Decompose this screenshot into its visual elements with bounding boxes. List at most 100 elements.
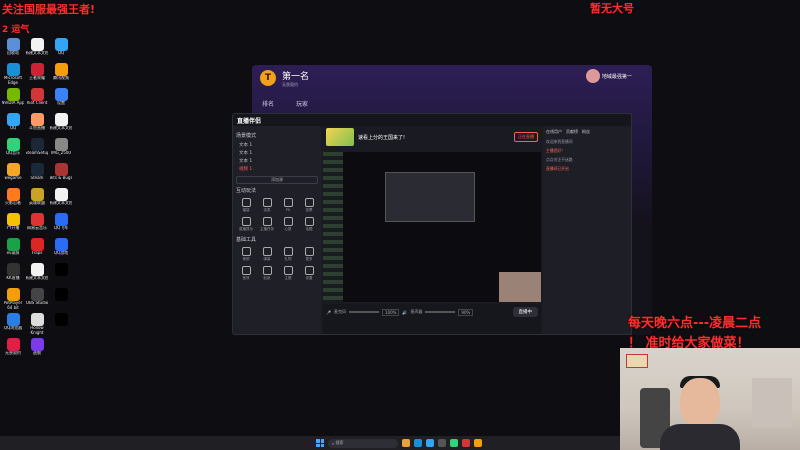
tool-button[interactable]: 美颜 bbox=[236, 245, 256, 263]
desktop-icon[interactable]: 回收站 bbox=[2, 38, 24, 63]
chat-panel: 在线用户 贡献榜 粉丝 欢迎来到直播间 主播您好！ 点点关注不迷路 直播间已开启 bbox=[543, 126, 631, 334]
tool-button[interactable]: 音效 bbox=[236, 264, 256, 282]
desktop-icon[interactable]: QQ飞车 bbox=[50, 213, 72, 238]
tool-button[interactable]: 话题 bbox=[299, 215, 319, 233]
desktop-icon[interactable]: 腾讯视频 bbox=[50, 63, 72, 88]
desktop-icon[interactable]: SteamSetup bbox=[26, 138, 48, 163]
scene-item[interactable]: 文本 1 bbox=[236, 157, 318, 165]
desktop-icon[interactable]: Steam bbox=[26, 163, 48, 188]
desktop-icon[interactable] bbox=[50, 288, 72, 313]
tool-button[interactable]: 礼物 bbox=[278, 245, 298, 263]
music-icon[interactable] bbox=[450, 439, 458, 447]
tool-icon bbox=[283, 265, 293, 275]
tool-button[interactable]: 心愿 bbox=[278, 215, 298, 233]
desktop-icon-label: 英雄联盟 bbox=[29, 201, 45, 205]
file-explorer-icon[interactable] bbox=[402, 439, 410, 447]
tool-button[interactable]: 弹幕 bbox=[257, 245, 277, 263]
app-icon bbox=[30, 138, 44, 151]
add-source-button[interactable]: 添加源 bbox=[236, 176, 318, 184]
desktop-icon[interactable]: KK直播 bbox=[2, 263, 24, 288]
desktop-icon[interactable]: 新建文本文档 bbox=[26, 263, 48, 288]
desktop-icon[interactable]: 无畏契约 bbox=[2, 338, 24, 363]
desktop-icon[interactable]: 王者荣耀 bbox=[26, 63, 48, 88]
overlay-text: 暂无大号 bbox=[590, 2, 634, 15]
mic-icon[interactable]: 🎤 bbox=[326, 310, 331, 315]
game-thumbnail[interactable] bbox=[326, 128, 354, 146]
desktop-icon[interactable]: Riot Client bbox=[26, 88, 48, 113]
edge-icon[interactable] bbox=[414, 439, 422, 447]
desktop-icon[interactable]: 英雄联盟 bbox=[26, 188, 48, 213]
app-icon bbox=[54, 238, 68, 251]
tool-button[interactable]: 设置 bbox=[299, 264, 319, 282]
live-status-badge[interactable]: 正在直播 bbox=[514, 132, 538, 142]
desktop-icon[interactable]: OBS Studio bbox=[26, 288, 48, 313]
desktop-icon[interactable]: 新建文本文档 bbox=[26, 38, 48, 63]
speaker-icon[interactable]: 🔊 bbox=[402, 310, 407, 315]
windows-start-icon[interactable] bbox=[316, 439, 324, 447]
app-icon[interactable] bbox=[462, 439, 470, 447]
app-icon bbox=[30, 88, 44, 101]
desktop-icon-label: IMG_2500 bbox=[51, 151, 71, 155]
tool-button[interactable]: 主播任务 bbox=[257, 215, 277, 233]
obs-icon[interactable] bbox=[438, 439, 446, 447]
desktop-icon[interactable]: QQ bbox=[2, 113, 24, 138]
desktop-icon[interactable]: IMG_2500 bbox=[50, 138, 72, 163]
desktop-icon[interactable]: wegame bbox=[2, 163, 24, 188]
tool-button[interactable]: 连麦 bbox=[257, 196, 277, 214]
speaker-slider[interactable] bbox=[425, 311, 456, 313]
desktop-icon[interactable]: 设置 bbox=[50, 88, 72, 113]
desktop-icon[interactable]: QQ游戏 bbox=[50, 238, 72, 263]
scene-item[interactable]: 文本 1 bbox=[236, 149, 318, 157]
tool-button[interactable]: 更多 bbox=[299, 245, 319, 263]
desktop-icon[interactable]: PotPlayer 64 bit bbox=[2, 288, 24, 313]
desktop-icon[interactable] bbox=[50, 313, 72, 338]
desktop-icon-label: 新建文本文档 bbox=[50, 126, 72, 130]
avatar bbox=[586, 69, 600, 83]
desktop-icon[interactable]: 新建文本文档 bbox=[50, 113, 72, 138]
app-icon bbox=[30, 263, 44, 276]
desktop-icon[interactable]: 逃脱 bbox=[26, 338, 48, 363]
streaming-app-window[interactable]: 直播伴侣 场景模式 文本 1 文本 1 文本 1 视频 1 添加源 互动玩法 福袋 连麦… bbox=[232, 113, 632, 335]
stream-preview[interactable] bbox=[323, 152, 541, 302]
taskbar-search[interactable]: ⌕ 搜索 bbox=[328, 438, 398, 448]
desktop-icon[interactable]: QQ音乐 bbox=[2, 138, 24, 163]
desktop-icon[interactable]: 斗鱼直播 bbox=[26, 113, 48, 138]
tool-button[interactable]: 主题 bbox=[278, 264, 298, 282]
desktop-icon[interactable]: YY开播 bbox=[2, 213, 24, 238]
tool-button[interactable]: PK bbox=[278, 196, 298, 214]
chat-tab[interactable]: 在线用户 bbox=[546, 129, 562, 135]
qq-icon[interactable] bbox=[426, 439, 434, 447]
desktop-icon[interactable]: Bits & Bugs bbox=[50, 163, 72, 188]
tool-button[interactable]: 贴纸 bbox=[257, 264, 277, 282]
scene-item[interactable]: 文本 1 bbox=[236, 141, 318, 149]
desktop-icon[interactable]: 新建文本文档 bbox=[50, 188, 72, 213]
desktop-icon[interactable]: NVIDIA App bbox=[2, 88, 24, 113]
desktop-icon-label: QQ飞车 bbox=[53, 226, 69, 230]
scene-section-title: 场景模式 bbox=[236, 133, 257, 139]
scene-item[interactable]: 视频 1 bbox=[236, 165, 318, 173]
tool-button[interactable]: 福袋 bbox=[236, 196, 256, 214]
desktop-icon[interactable] bbox=[50, 263, 72, 288]
app-icon bbox=[6, 188, 20, 201]
mic-slider[interactable] bbox=[348, 311, 379, 313]
desktop-icon[interactable]: ev录屏 bbox=[2, 238, 24, 263]
audio-control-bar: 🎤 麦克风 100% 🔊 扬声器 90% 直播中 bbox=[323, 304, 541, 334]
desktop-icon[interactable]: 火影忍者 bbox=[2, 188, 24, 213]
tool-icon bbox=[304, 197, 314, 207]
tool-label: 话题 bbox=[305, 226, 313, 231]
desktop-icon-label: Riot Client bbox=[26, 101, 48, 105]
chat-tab[interactable]: 粉丝 bbox=[582, 129, 590, 135]
desktop-icon[interactable]: QQ浏览器 bbox=[2, 313, 24, 338]
tool-button[interactable]: 投票 bbox=[299, 196, 319, 214]
desktop-icon[interactable]: QQ bbox=[50, 38, 72, 63]
stream-icon[interactable] bbox=[474, 439, 482, 447]
desktop-icon[interactable]: 网易云音乐 bbox=[26, 213, 48, 238]
tool-button[interactable]: 直播提示 bbox=[236, 215, 256, 233]
go-live-button[interactable]: 直播中 bbox=[512, 307, 538, 317]
stream-title[interactable]: 速看上分的王国来了! bbox=[358, 134, 405, 141]
chat-tab[interactable]: 贡献榜 bbox=[566, 129, 578, 135]
desktop-icon[interactable]: Microsoft Edge bbox=[2, 63, 24, 88]
desktop-icon[interactable]: Fraps bbox=[26, 238, 48, 263]
desktop-icon[interactable]: Hollow Knight bbox=[26, 313, 48, 338]
basic-section-title: 基础工具 bbox=[236, 237, 257, 243]
